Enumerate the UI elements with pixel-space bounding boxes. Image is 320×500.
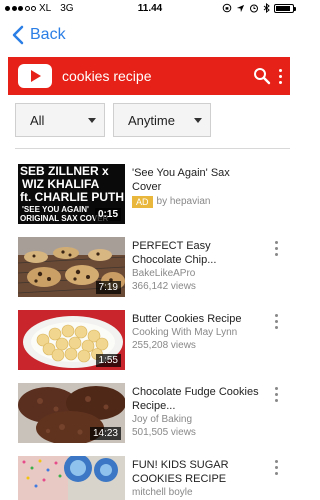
view-count: 501,505 views: [132, 427, 196, 438]
back-label: Back: [30, 26, 66, 43]
back-button[interactable]: Back: [12, 25, 66, 45]
type-filter-value: All: [30, 112, 45, 128]
channel-name: BakeLikeAPro: [132, 268, 196, 279]
location-arrow-icon: [236, 4, 245, 12]
video-meta: 'See You Again' Sax Cover AD by hepavian: [132, 166, 260, 208]
channel-name: by hepavian: [156, 196, 211, 207]
video-duration: 14:23: [89, 427, 121, 440]
list-item[interactable]: FUN! KIDS SUGAR COOKIES RECIPE mitchell …: [0, 456, 300, 500]
search-button[interactable]: [251, 65, 273, 87]
video-meta: Chocolate Fudge Cookies Recipe... Joy of…: [132, 385, 260, 439]
chevron-left-icon: [12, 25, 24, 45]
video-meta: FUN! KIDS SUGAR COOKIES RECIPE mitchell …: [132, 458, 260, 499]
ad-badge: AD: [132, 195, 153, 208]
video-title[interactable]: PERFECT Easy Chocolate Chip...: [132, 239, 260, 267]
more-options-icon[interactable]: [275, 460, 278, 475]
divider: [15, 148, 290, 149]
youtube-logo-icon[interactable]: [18, 64, 52, 88]
navigation-bar: Back: [0, 18, 300, 54]
caret-down-icon: [88, 117, 96, 123]
video-thumbnail[interactable]: 7:19: [18, 237, 125, 297]
time-filter-dropdown[interactable]: Anytime: [113, 103, 211, 137]
video-duration: 7:19: [95, 281, 121, 294]
search-query[interactable]: cookies recipe: [62, 68, 251, 84]
sprinkle-sugar-cookies-image: [18, 456, 125, 500]
channel-name: Joy of Baking: [132, 414, 193, 425]
status-bar: XL 3G 11.44: [0, 0, 300, 18]
list-item[interactable]: 7:19 PERFECT Easy Chocolate Chip... Bake…: [0, 237, 300, 301]
list-item[interactable]: 14:23 Chocolate Fudge Cookies Recipe... …: [0, 383, 300, 447]
alarm-clock-icon: [250, 4, 258, 13]
more-options-icon[interactable]: [275, 241, 278, 256]
video-thumbnail[interactable]: 1:55: [18, 310, 125, 370]
video-meta: Butter Cookies Recipe Cooking With May L…: [132, 312, 260, 352]
type-filter-dropdown[interactable]: All: [15, 103, 105, 137]
thumbnail-text: 'SEE YOU AGAIN': [22, 205, 89, 214]
search-header: cookies recipe: [8, 57, 290, 95]
view-count: 255,208 views: [132, 340, 196, 351]
channel-name: Cooking With May Lynn: [132, 327, 238, 338]
bluetooth-icon: [263, 3, 270, 13]
search-icon: [254, 68, 271, 85]
list-item[interactable]: 1:55 Butter Cookies Recipe Cooking With …: [0, 310, 300, 374]
ad-line: AD by hepavian: [132, 195, 260, 208]
video-duration: 0:15: [94, 208, 121, 221]
video-thumbnail[interactable]: SEB ZILLNER x WIZ KHALIFA ft. CHARLIE PU…: [18, 164, 125, 224]
video-title[interactable]: Chocolate Fudge Cookies Recipe...: [132, 385, 260, 413]
video-thumbnail[interactable]: 14:23: [18, 383, 125, 443]
video-title[interactable]: FUN! KIDS SUGAR COOKIES RECIPE: [132, 458, 260, 486]
video-thumbnail[interactable]: [18, 456, 125, 500]
view-count: 366,142 views: [132, 281, 196, 292]
filter-bar: All Anytime: [15, 103, 211, 137]
channel-name: mitchell boyle: [132, 487, 193, 498]
video-title[interactable]: Butter Cookies Recipe: [132, 312, 260, 326]
video-duration: 1:55: [95, 354, 121, 367]
more-options-icon[interactable]: [275, 314, 278, 329]
more-options-icon[interactable]: [279, 68, 282, 84]
list-item[interactable]: SEB ZILLNER x WIZ KHALIFA ft. CHARLIE PU…: [0, 164, 300, 228]
time-filter-value: Anytime: [128, 112, 175, 128]
status-right: [222, 3, 296, 13]
battery-icon: [274, 3, 296, 13]
rotation-lock-icon: [222, 3, 232, 13]
video-title[interactable]: 'See You Again' Sax Cover: [132, 166, 260, 194]
more-options-icon[interactable]: [275, 387, 278, 402]
video-meta: PERFECT Easy Chocolate Chip... BakeLikeA…: [132, 239, 260, 293]
thumbnail-text: ft. CHARLIE PUTH: [20, 190, 124, 204]
caret-down-icon: [194, 117, 202, 123]
